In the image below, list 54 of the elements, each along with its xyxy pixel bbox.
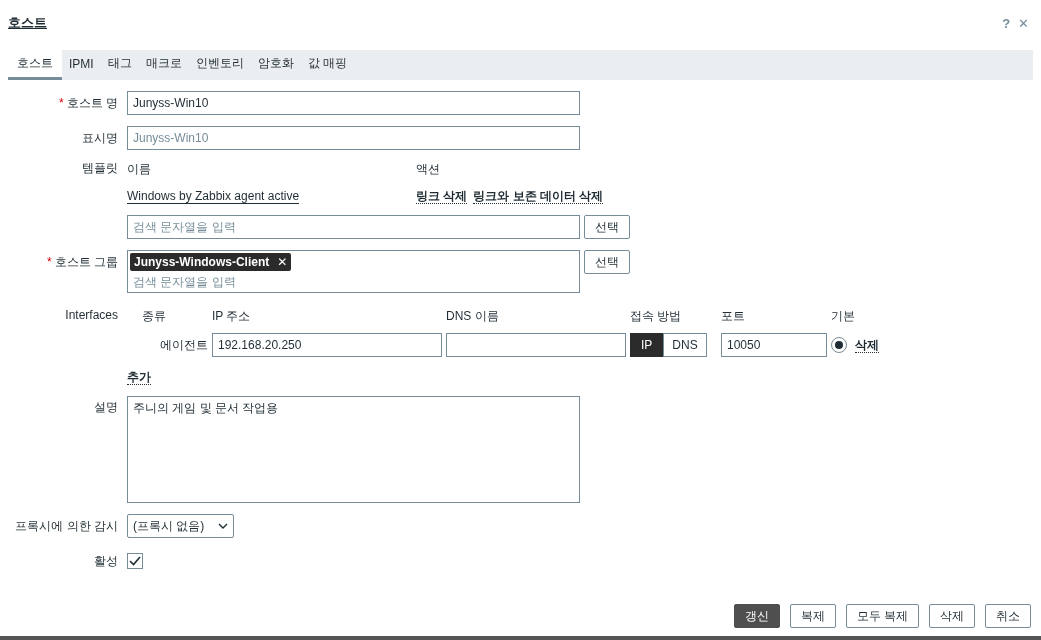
tab[interactable]: 호스트 [8,50,62,80]
field-label: 프록시에 의한 감시 [15,518,118,535]
column-header: 기본 [831,308,856,325]
enabled-checkbox[interactable] [127,553,143,569]
dns-name-field[interactable] [446,333,626,357]
dialog-button[interactable]: 복제 [789,604,836,628]
tab[interactable]: 값 매핑 [300,50,354,80]
dialog-button[interactable]: 취소 [985,604,1031,628]
remove-link[interactable]: 삭제 [855,337,879,353]
select-button[interactable]: 선택 [584,250,630,274]
interface-type: 에이전트 [159,336,208,354]
close-button[interactable]: ✕ [1014,15,1033,31]
remove-icon[interactable]: ✕ [277,255,288,269]
column-header: 접속 방법 [630,308,683,325]
host-group-field[interactable]: Junyss-Windows-Client ✕ 검색 문자열을 입력 [127,250,580,293]
column-header: 액션 [416,161,441,178]
action-link[interactable]: 링크 삭제 [416,189,468,204]
field-label: 설명 [94,400,118,416]
field-label: * 호스트 그룹 [47,254,118,271]
template-search-field[interactable]: 검색 문자열을 입력 [127,215,580,239]
dialog-button[interactable]: 모두 복제 [845,604,919,628]
ip-address-field[interactable]: 192.168.20.250 [212,333,442,357]
column-header: IP 주소 [212,308,252,325]
host-name-field[interactable]: Junyss-Win10 [127,91,580,115]
tab[interactable]: 태그 [100,50,139,80]
dialog-button[interactable]: 갱신 [733,604,780,628]
connect-toggle[interactable]: IP [630,333,664,357]
field-label: * 호스트 명 [59,95,118,112]
field-label: 활성 [94,553,118,570]
column-header: 포트 [721,308,746,325]
column-header: DNS 이름 [446,308,500,325]
connect-toggle[interactable]: DNS [663,333,707,357]
field-label: Interfaces [65,308,118,324]
proxy-dropdown[interactable]: (프록시 없음) [127,514,234,538]
caret-icon [218,523,228,529]
select-button[interactable]: 선택 [584,215,630,239]
group-tag: Junyss-Windows-Client ✕ [130,253,292,271]
dialog-button[interactable]: 삭제 [929,604,975,628]
column-header: 이름 [127,161,152,178]
tab[interactable]: 인벤토리 [188,50,251,80]
tab[interactable]: 매크로 [138,50,189,80]
template-link[interactable]: Windows by Zabbix agent active [127,189,300,204]
add-link[interactable]: 추가 [127,370,151,385]
field-label: 표시명 [82,130,118,147]
column-header: 종류 [142,308,167,325]
action-link[interactable]: 링크와 보존 데이터 삭제 [473,189,604,204]
tab[interactable]: IPMI [62,50,101,80]
dialog-title: 호스트 [8,14,47,32]
help-button[interactable]: ? [998,15,1015,31]
tab[interactable]: 암호화 [250,50,301,80]
description-field[interactable]: 주니의 게임 및 문서 작업용 [127,396,580,503]
field-label: 템플릿 [82,161,118,177]
port-field[interactable]: 10050 [721,333,827,357]
visible-name-field[interactable]: Junyss-Win10 [127,126,580,150]
